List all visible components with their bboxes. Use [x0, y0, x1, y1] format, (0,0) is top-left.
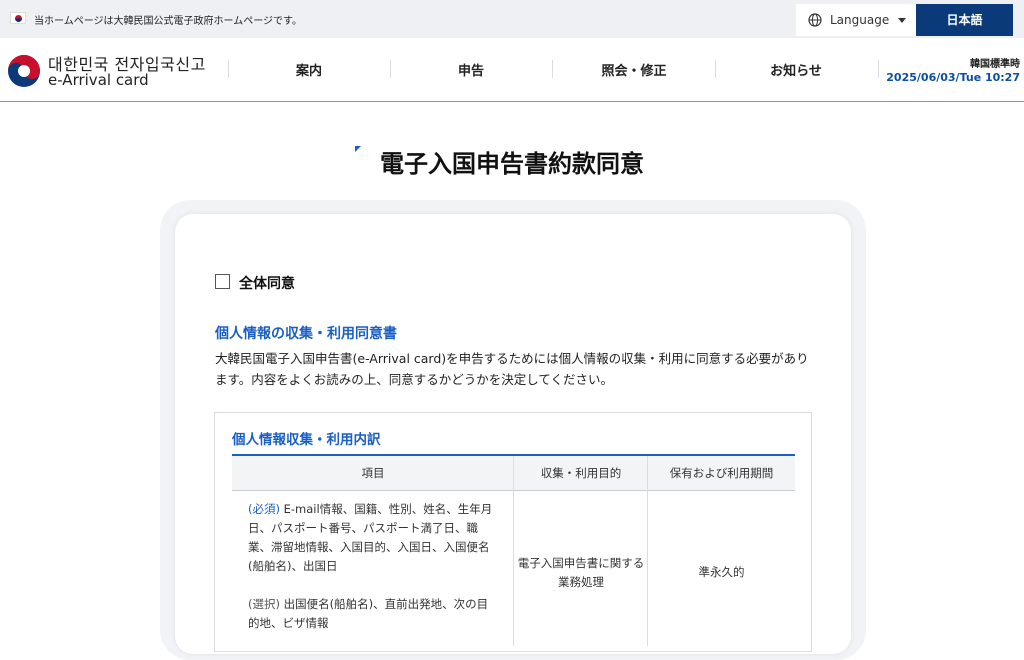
column-divider — [513, 456, 514, 646]
section-heading: 個人情報の収集・利用同意書 — [215, 326, 397, 342]
agree-all-label[interactable]: 全体同意 — [239, 273, 295, 293]
table-cell-items: (必須) E-mail情報、国籍、性別、姓名、生年月日、パスポート番号、パスポー… — [248, 500, 498, 633]
table-header-item: 項目 — [232, 456, 514, 491]
globe-icon — [808, 13, 822, 27]
table-cell-purpose: 電子入国申告書に関する業務処理 — [517, 556, 645, 589]
language-label: Language — [830, 13, 890, 27]
breakdown-heading: 個人情報収集・利用内訳 — [232, 432, 381, 448]
nav-item-declare[interactable]: 申告 — [421, 60, 521, 79]
section-description: 大韓民国電子入国申告書(e-Arrival card)を申告するためには個人情報… — [215, 351, 809, 387]
logo-english-text[interactable]: e-Arrival card — [48, 71, 149, 89]
gov-notice-bar: 当ホームページは大韓民国公式電子政府ホームページです。 Language 日本語 — [0, 0, 1024, 38]
current-datetime: 2025/06/03/Tue 10:27 — [886, 71, 1020, 84]
nav-divider — [390, 60, 391, 78]
required-tag: (必須) — [248, 502, 280, 516]
nav-divider — [715, 60, 716, 78]
table-header-period: 保有および利用期間 — [648, 456, 795, 491]
chevron-down-icon — [898, 18, 906, 23]
optional-items: 出国便名(船舶名)、直前出発地、次の目的地、ビザ情報 — [248, 597, 489, 630]
table-header-purpose: 収集・利用目的 — [514, 456, 648, 491]
page-title: 電子入国申告書約款同意 — [380, 150, 644, 178]
nav-divider — [878, 60, 879, 78]
column-divider — [647, 456, 648, 646]
table-cell-period: 準永久的 — [698, 565, 745, 579]
nav-item-notices[interactable]: お知らせ — [746, 60, 846, 79]
korea-flag-icon — [10, 12, 26, 24]
required-items: E-mail情報、国籍、性別、姓名、生年月日、パスポート番号、パスポート満了日、… — [248, 502, 493, 573]
optional-tag: (選択) — [248, 597, 280, 611]
language-dropdown[interactable]: Language — [796, 4, 916, 36]
agree-all-checkbox[interactable] — [215, 274, 230, 289]
site-header: 대한민국 전자입국신고 e-Arrival card 案内 申告 照会・修正 お… — [0, 38, 1024, 102]
nav-item-inquiry[interactable]: 照会・修正 — [584, 60, 684, 79]
language-selected-button[interactable]: 日本語 — [916, 4, 1013, 36]
nav-divider — [228, 60, 229, 78]
timezone-label: 韓国標準時 — [970, 59, 1020, 70]
nav-item-guide[interactable]: 案内 — [259, 60, 359, 79]
nav-divider — [552, 60, 553, 78]
taeguk-logo-icon[interactable] — [7, 54, 41, 88]
gov-notice-text: 当ホームページは大韓民国公式電子政府ホームページです。 — [34, 16, 302, 27]
